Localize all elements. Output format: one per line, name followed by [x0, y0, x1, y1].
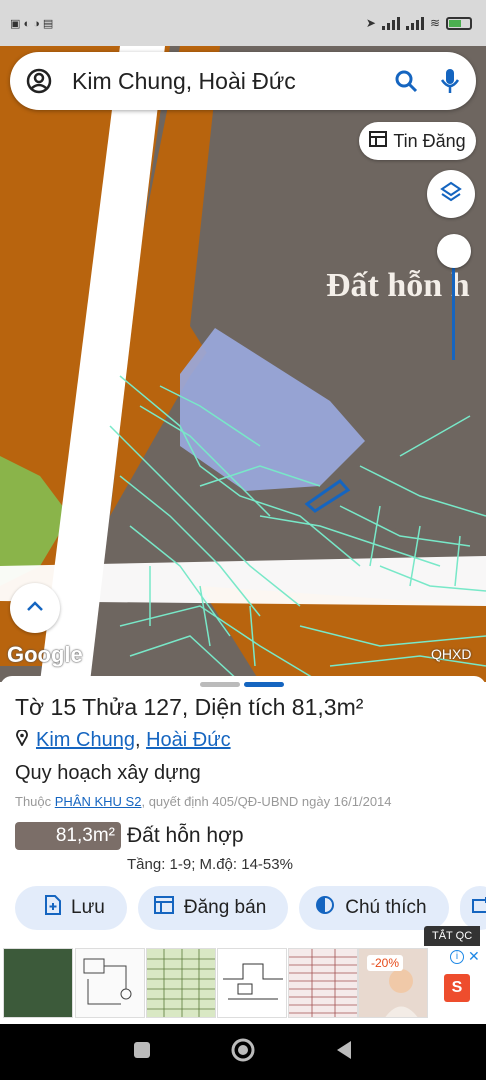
action-row: Lưu Đăng bán Chú thích [15, 886, 486, 930]
status-bar: ▣ ◐ ◑ ▤ ➤ ≋ [0, 0, 486, 46]
ad-close-button[interactable]: TẮT QC [424, 926, 481, 946]
district-link[interactable]: Hoài Đức [146, 729, 231, 751]
add-photo-icon [471, 896, 486, 920]
plan-source-link[interactable]: PHÂN KHU S2 [55, 794, 142, 809]
legend-button[interactable]: Chú thích [299, 886, 449, 930]
ad-info-icon[interactable]: i [450, 950, 464, 964]
save-label: Lưu [71, 897, 105, 918]
add-file-icon [45, 895, 61, 921]
post-label: Đăng bán [183, 897, 267, 918]
ad-thumb-table-green[interactable] [146, 948, 216, 1018]
expand-up-button[interactable] [10, 583, 60, 633]
layer-badge: QHXD [431, 646, 472, 662]
search-bar[interactable]: Kim Chung, Hoài Đức [10, 52, 476, 110]
more-action-button[interactable] [459, 886, 486, 930]
legend-label: Chú thích [345, 897, 427, 918]
battery-icon [446, 16, 472, 30]
layers-button[interactable] [427, 170, 475, 218]
wifi-icon: ≋ [429, 16, 440, 30]
ad-thumb-circuit-diagram[interactable] [217, 948, 287, 1018]
google-logo: Google [7, 642, 83, 667]
listing-icon [153, 896, 174, 920]
parcel-title: Tờ 15 Thửa 127, Diện tích 81,3m² [15, 694, 364, 720]
plan-source-suffix: , quyết định 405/QĐ-UBND ngày 16/1/2014 [141, 794, 392, 809]
address-separator: , [134, 729, 141, 751]
plan-title: Quy hoạch xây dựng [15, 762, 201, 784]
system-nav-bar [0, 1024, 486, 1080]
commune-link[interactable]: Kim Chung [36, 729, 135, 751]
account-icon[interactable] [26, 68, 52, 94]
ad-discount-badge: -20% [367, 955, 404, 971]
contrast-icon [315, 895, 335, 921]
signal-icon [381, 16, 400, 30]
search-input[interactable]: Kim Chung, Hoài Đức [72, 68, 394, 95]
layers-icon [439, 180, 463, 209]
land-detail: Tầng: 1-9; M.độ: 14-53% [127, 856, 293, 873]
plan-source: Thuộc PHÂN KHU S2, quyết định 405/QĐ-UBN… [15, 794, 392, 809]
status-icons: ➤ ≋ [366, 16, 472, 30]
map-land-label: Đất hỗn h [326, 267, 470, 304]
sheet-handle[interactable] [200, 682, 284, 687]
tin-dang-button[interactable]: Tin Đăng [359, 122, 476, 160]
location-icon: ➤ [365, 16, 376, 30]
post-for-sale-button[interactable]: Đăng bán [137, 886, 289, 930]
ad-thumb-table-pink[interactable] [288, 948, 358, 1018]
chevron-up-icon [26, 599, 44, 617]
ad-thumb-product[interactable]: -20% [358, 948, 428, 1018]
status-left-icons: ▣ ◐ ◑ ▤ [10, 17, 54, 30]
back-button[interactable] [335, 1040, 353, 1065]
signal-icon-2 [405, 16, 424, 30]
plan-source-prefix: Thuộc [15, 794, 52, 809]
land-type: Đất hỗn hợp [127, 824, 244, 847]
parcel-address: Kim Chung, Hoài Đức [16, 729, 231, 752]
opacity-slider-thumb[interactable] [437, 234, 471, 268]
save-button[interactable]: Lưu [15, 886, 127, 930]
shopee-icon[interactable]: S [444, 974, 470, 1002]
recent-apps-button[interactable] [133, 1041, 151, 1064]
home-button[interactable] [231, 1038, 255, 1067]
ad-banner[interactable]: TẮT QC -20% i ✕ S [0, 926, 486, 1024]
location-pin-icon [16, 729, 28, 752]
area-badge: 81,3m² [15, 822, 121, 850]
ad-thumb-schematic[interactable] [75, 948, 145, 1018]
ad-thumb-circuit-board[interactable] [3, 948, 73, 1018]
ad-close-x-icon[interactable]: ✕ [468, 948, 480, 965]
listing-icon [369, 130, 388, 152]
tin-dang-label: Tin Đăng [393, 130, 466, 151]
search-icon[interactable] [394, 69, 418, 93]
info-sheet[interactable]: Tờ 15 Thửa 127, Diện tích 81,3m² Kim Chu… [0, 676, 486, 946]
microphone-icon[interactable] [440, 68, 460, 94]
